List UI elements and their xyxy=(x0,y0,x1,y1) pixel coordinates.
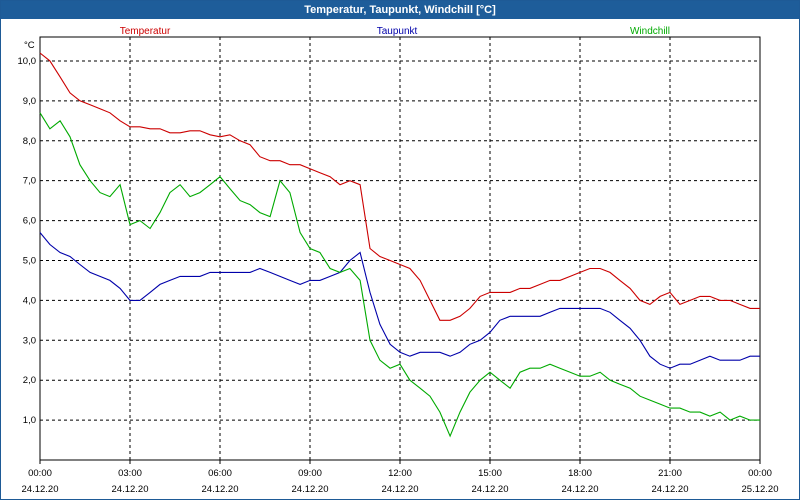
y-axis-ticks: 1,0 2,0 3,0 4,0 5,0 6,0 7,0 8,0 9,0 10,0 xyxy=(18,56,37,426)
x-tick-time: 12:00 xyxy=(388,468,412,479)
x-tick-date: 24.12.20 xyxy=(202,484,239,495)
x-tick-date: 24.12.20 xyxy=(472,484,509,495)
x-tick-time: 18:00 xyxy=(568,468,592,479)
y-tick-label: 1,0 xyxy=(23,415,36,426)
x-tick-date: 24.12.20 xyxy=(382,484,419,495)
y-axis-label: °C xyxy=(24,40,35,51)
x-tick-time: 15:00 xyxy=(478,468,502,479)
legend-item-windchill: Windchill xyxy=(630,26,670,37)
y-tick-label: 8,0 xyxy=(23,136,36,147)
x-tick-time: 00:00 xyxy=(28,468,52,479)
x-tick-time: 03:00 xyxy=(118,468,142,479)
x-tick-date: 24.12.20 xyxy=(562,484,599,495)
x-tick-date: 24.12.20 xyxy=(22,484,59,495)
y-tick-label: 9,0 xyxy=(23,96,36,107)
grid-lines xyxy=(40,37,760,460)
y-tick-label: 6,0 xyxy=(23,216,36,227)
x-tick-time: 00:00 xyxy=(748,468,772,479)
x-tick-date: 25.12.20 xyxy=(742,484,779,495)
x-tick-time: 21:00 xyxy=(658,468,682,479)
x-tick-date: 24.12.20 xyxy=(112,484,149,495)
x-tick-time: 09:00 xyxy=(298,468,322,479)
y-tick-label: 3,0 xyxy=(23,335,36,346)
legend: Temperatur Taupunkt Windchill xyxy=(120,26,670,37)
x-axis-ticks: 00:00 24.12.20 03:00 24.12.20 06:00 24.12.20 0… xyxy=(22,468,779,495)
x-tick-date: 24.12.20 xyxy=(652,484,689,495)
y-tick-label: 10,0 xyxy=(18,56,37,67)
y-tick-label: 4,0 xyxy=(23,295,36,306)
y-tick-label: 5,0 xyxy=(23,255,36,266)
legend-item-taupunkt: Taupunkt xyxy=(377,26,418,37)
chart-canvas: 1,0 2,0 3,0 4,0 5,0 6,0 7,0 8,0 9,0 10,0 00:00 24.… xyxy=(18,26,779,495)
y-tick-label: 7,0 xyxy=(23,176,36,187)
legend-item-temperatur: Temperatur xyxy=(120,26,171,37)
x-tick-date: 24.12.20 xyxy=(292,484,329,495)
y-tick-label: 2,0 xyxy=(23,375,36,386)
x-tick-time: 06:00 xyxy=(208,468,232,479)
